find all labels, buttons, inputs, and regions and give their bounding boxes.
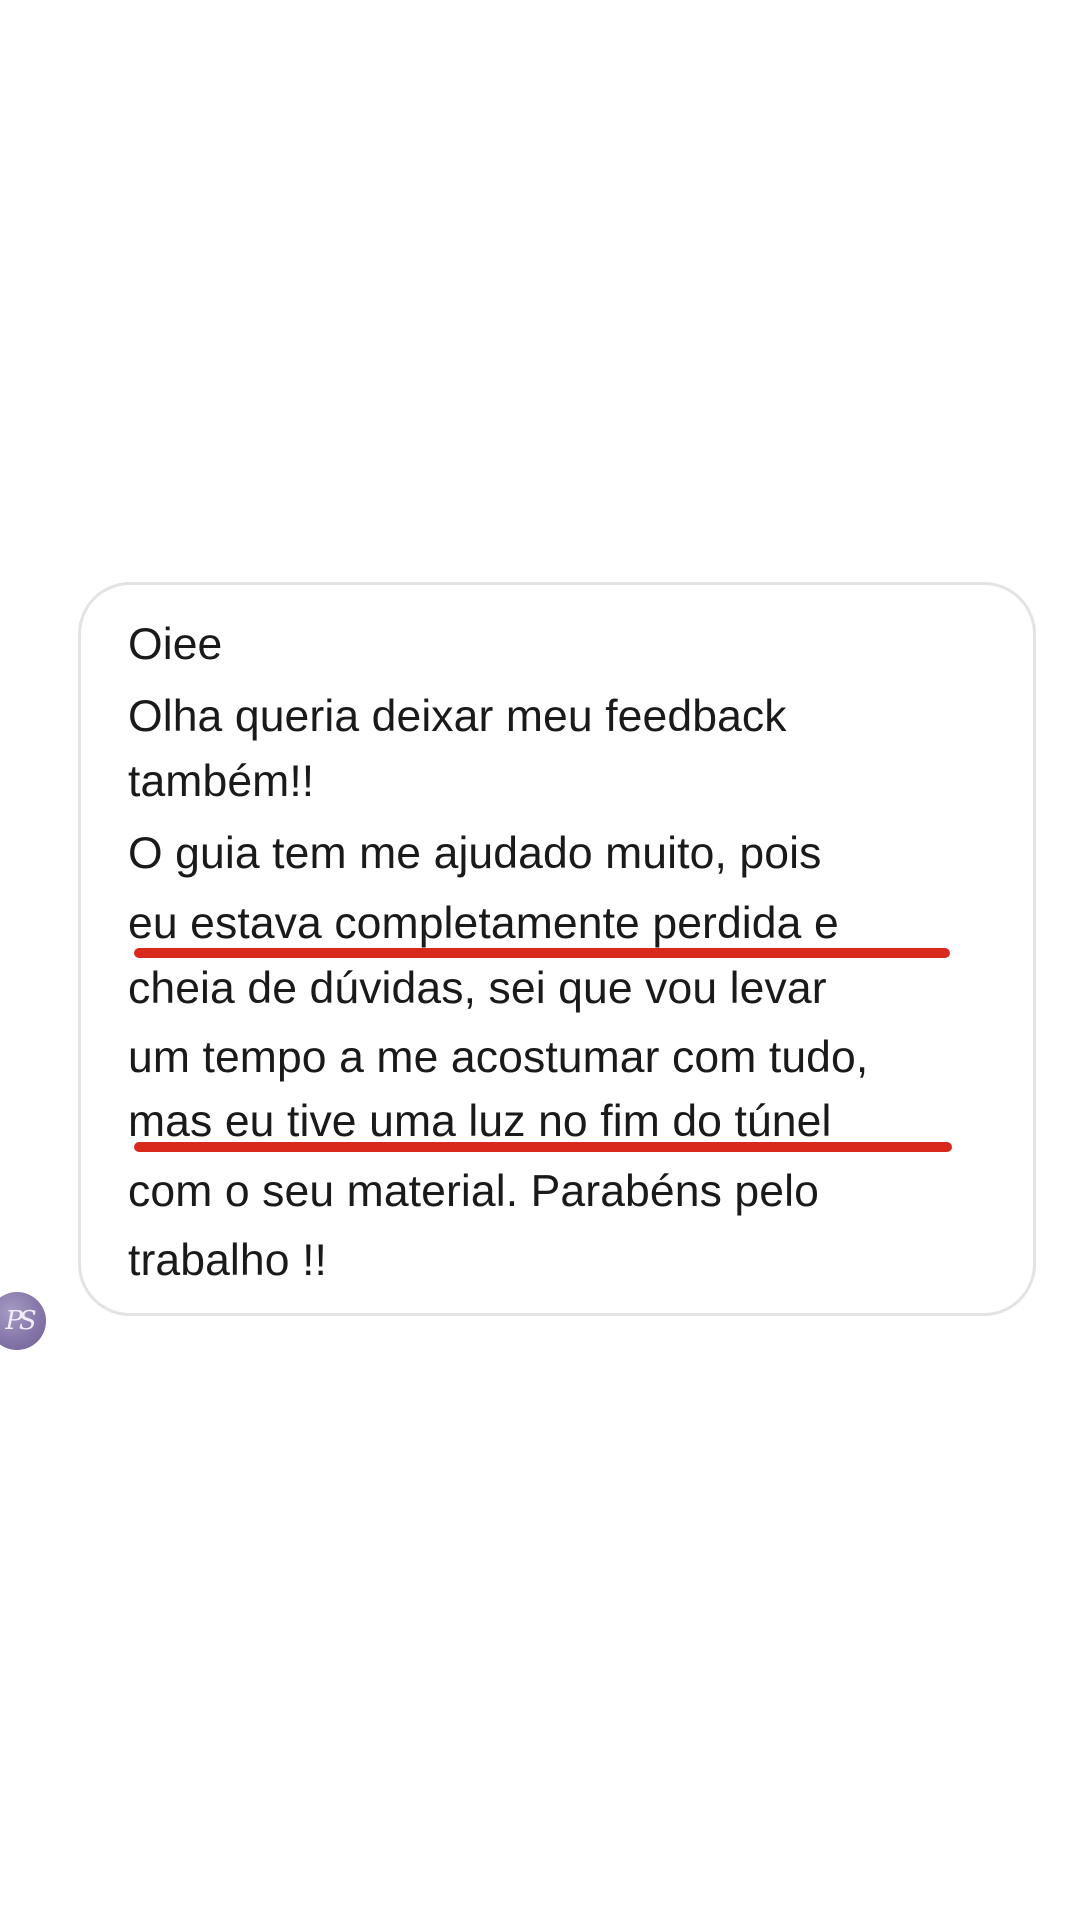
highlight-underline [134,1142,952,1152]
chat-thread: Oiee Olha queria deixar meu feedback tam… [0,0,1080,1920]
avatar-monogram: PS [5,1306,36,1336]
highlight-underline [134,948,950,958]
message-line: Oiee [128,620,223,669]
message-line: com o seu material. Parabéns pelo [128,1167,819,1216]
message-line: também!! [128,757,315,806]
message-line: Olha queria deixar meu feedback [128,692,787,741]
message-line: cheia de dúvidas, sei que vou levar [128,964,827,1013]
avatar[interactable]: PS [0,1292,46,1350]
message-line: trabalho !! [128,1236,328,1285]
message-line: um tempo a me acostumar com tudo, [128,1033,869,1082]
message-line: O guia tem me ajudado muito, pois [128,829,822,878]
message-line: eu estava completamente perdida e [128,899,839,948]
